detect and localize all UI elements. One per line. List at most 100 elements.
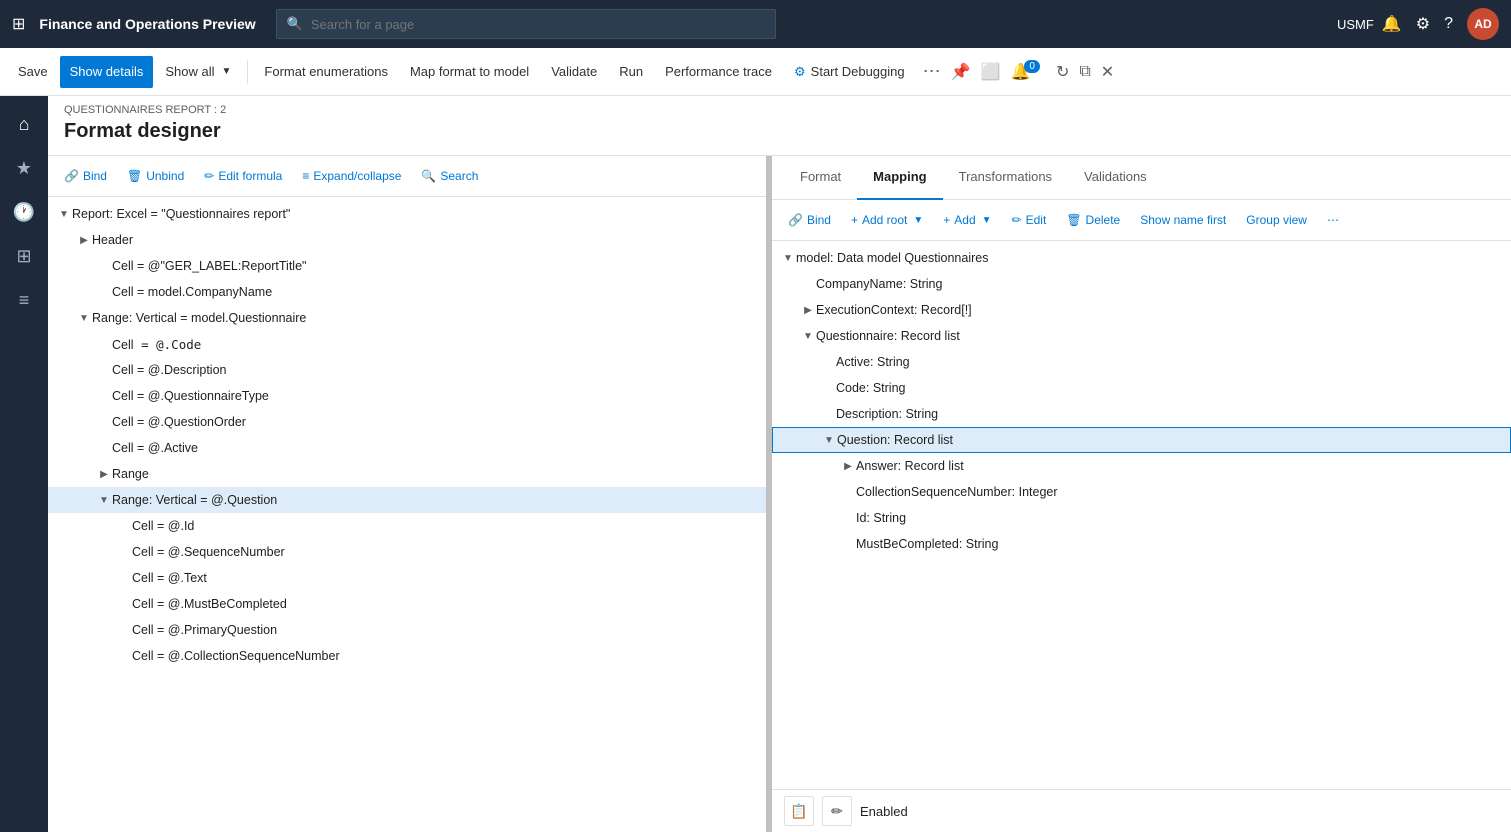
tree-item-text: Cell = @.MustBeCompleted	[132, 597, 287, 611]
tree-item-text: Cell = @.Code	[112, 337, 201, 352]
refresh-icon[interactable]: ↻	[1052, 62, 1073, 82]
format-tree-item[interactable]: ▶ Header	[48, 227, 766, 253]
edit-formula-button[interactable]: ✏ Edit formula	[196, 162, 290, 190]
format-tree-item[interactable]: Cell = model.CompanyName	[48, 279, 766, 305]
mapping-tree-item[interactable]: ▶ Answer: Record list	[772, 453, 1511, 479]
format-tree-item[interactable]: ▼ Range: Vertical = @.Question	[48, 487, 766, 513]
mapping-tree-item[interactable]: MustBeCompleted: String	[772, 531, 1511, 557]
tab-mapping[interactable]: Mapping	[857, 156, 942, 200]
format-tree-item[interactable]: Cell = @.Text	[48, 565, 766, 591]
mapping-tree[interactable]: ▼ model: Data model Questionnaires Compa…	[772, 241, 1511, 789]
grid-icon[interactable]: ⊞	[12, 14, 25, 34]
tree-toggle[interactable]: ▼	[76, 313, 92, 324]
split-view-icon[interactable]: ⬜	[977, 62, 1005, 82]
tree-toggle[interactable]: ▼	[800, 331, 816, 342]
mapping-tree-item[interactable]: Description: String	[772, 401, 1511, 427]
format-tree-item[interactable]: Cell = @.QuestionnaireType	[48, 383, 766, 409]
format-tree-item[interactable]: Cell = @.Description	[48, 357, 766, 383]
sidebar-grid-icon[interactable]: ⊞	[4, 236, 44, 276]
help-icon[interactable]: ?	[1444, 15, 1453, 33]
format-tree-item[interactable]: Cell = @.Code	[48, 331, 766, 357]
expand-collapse-button[interactable]: ≡ Expand/collapse	[294, 162, 409, 190]
add-button[interactable]: + Add ▼	[935, 206, 999, 234]
bind-button-right[interactable]: 🔗 Bind	[780, 206, 839, 234]
mapping-tree-item[interactable]: CollectionSequenceNumber: Integer	[772, 479, 1511, 505]
group-view-button[interactable]: Group view	[1238, 206, 1315, 234]
pin-icon[interactable]: 📌	[947, 62, 975, 82]
tree-item-text: Questionnaire: Record list	[816, 329, 960, 343]
run-button[interactable]: Run	[609, 56, 653, 88]
format-enumerations-button[interactable]: Format enumerations	[254, 56, 398, 88]
mapping-tree-item[interactable]: Active: String	[772, 349, 1511, 375]
format-tree-item[interactable]: Cell = @.Active	[48, 435, 766, 461]
mapping-tree-item[interactable]: ▼ Questionnaire: Record list	[772, 323, 1511, 349]
tree-item-text: model: Data model Questionnaires	[796, 251, 988, 265]
more-options-right[interactable]: ⋯	[1319, 206, 1347, 234]
new-window-icon[interactable]: ⧉	[1075, 63, 1094, 81]
notification-icon[interactable]: 🔔	[1382, 14, 1402, 34]
close-icon[interactable]: ✕	[1097, 62, 1118, 82]
more-options-icon[interactable]: ⋯	[919, 61, 945, 82]
tree-toggle[interactable]: ▼	[780, 253, 796, 264]
mapping-tree-item[interactable]: ▼ model: Data model Questionnaires	[772, 245, 1511, 271]
unbind-button[interactable]: 🗑 Unbind	[119, 162, 192, 190]
mapping-tree-item[interactable]: ▶ ExecutionContext: Record[!]	[772, 297, 1511, 323]
start-debugging-button[interactable]: ⚙ Start Debugging	[784, 56, 915, 88]
left-panel-format: 🔗 Bind 🗑 Unbind ✏ Edit formula ≡	[48, 156, 768, 832]
format-tree-item[interactable]: Cell = @.PrimaryQuestion	[48, 617, 766, 643]
tree-toggle[interactable]: ▶	[96, 469, 112, 480]
performance-trace-button[interactable]: Performance trace	[655, 56, 782, 88]
save-button[interactable]: Save	[8, 56, 58, 88]
tree-toggle[interactable]: ▼	[96, 495, 112, 506]
tree-toggle[interactable]: ▶	[76, 235, 92, 246]
tree-toggle[interactable]: ▼	[56, 209, 72, 220]
edit-button-right[interactable]: ✏ Edit	[1004, 206, 1055, 234]
mapping-tree-item[interactable]: CompanyName: String	[772, 271, 1511, 297]
notification-badge-icon[interactable]: 🔔0	[1006, 62, 1049, 82]
format-tree-item[interactable]: Cell = @.Id	[48, 513, 766, 539]
search-button-left[interactable]: 🔍 Search	[413, 162, 486, 190]
format-tree-item[interactable]: Cell = @"GER_LABEL:ReportTitle"	[48, 253, 766, 279]
global-search-input[interactable]	[311, 17, 765, 32]
format-tree-item[interactable]: ▶ Range	[48, 461, 766, 487]
global-search[interactable]: 🔍	[276, 9, 776, 39]
tree-toggle[interactable]: ▶	[840, 461, 856, 472]
mapping-tree-item[interactable]: Code: String	[772, 375, 1511, 401]
format-tree-item[interactable]: Cell = @.CollectionSequenceNumber	[48, 643, 766, 669]
settings-icon[interactable]: ⚙	[1416, 14, 1430, 34]
sidebar-home-icon[interactable]: ⌂	[4, 104, 44, 144]
copy-button[interactable]: 📋	[784, 796, 814, 826]
user-avatar[interactable]: AD	[1467, 8, 1499, 40]
format-tree-item[interactable]: ▼ Range: Vertical = model.Questionnaire	[48, 305, 766, 331]
content-area: 🔗 Bind 🗑 Unbind ✏ Edit formula ≡	[48, 156, 1511, 832]
format-tree[interactable]: ▼ Report: Excel = "Questionnaires report…	[48, 197, 766, 832]
bind-button-left[interactable]: 🔗 Bind	[56, 162, 115, 190]
add-root-button[interactable]: + Add root ▼	[843, 206, 931, 234]
tree-toggle[interactable]: ▼	[821, 435, 837, 446]
tab-transformations[interactable]: Transformations	[943, 156, 1068, 200]
tree-item-text: Cell = @.Id	[132, 519, 194, 533]
show-all-button[interactable]: Show all ▼	[155, 56, 241, 88]
show-details-button[interactable]: Show details	[60, 56, 154, 88]
mapping-tree-item[interactable]: Id: String	[772, 505, 1511, 531]
sidebar-list-icon[interactable]: ≡	[4, 280, 44, 320]
mapping-tree-item[interactable]: ▼ Question: Record list	[772, 427, 1511, 453]
format-toolbar: 🔗 Bind 🗑 Unbind ✏ Edit formula ≡	[48, 156, 766, 197]
map-format-to-model-button[interactable]: Map format to model	[400, 56, 539, 88]
format-tree-item[interactable]: Cell = @.SequenceNumber	[48, 539, 766, 565]
tree-toggle[interactable]: ▶	[800, 305, 816, 316]
validate-button[interactable]: Validate	[541, 56, 607, 88]
tab-format[interactable]: Format	[784, 156, 857, 200]
right-panel-bottom: 📋 ✏ Enabled	[772, 789, 1511, 832]
edit-pencil-button[interactable]: ✏	[822, 796, 852, 826]
right-panel-mapping: FormatMappingTransformationsValidations …	[772, 156, 1511, 832]
sidebar-recent-icon[interactable]: 🕐	[4, 192, 44, 232]
format-tree-item[interactable]: ▼ Report: Excel = "Questionnaires report…	[48, 201, 766, 227]
tab-validations[interactable]: Validations	[1068, 156, 1163, 200]
format-tree-item[interactable]: Cell = @.QuestionOrder	[48, 409, 766, 435]
delete-button[interactable]: 🗑 Delete	[1058, 206, 1128, 234]
show-name-first-button[interactable]: Show name first	[1132, 206, 1234, 234]
format-tree-item[interactable]: Cell = @.MustBeCompleted	[48, 591, 766, 617]
sidebar-star-icon[interactable]: ★	[4, 148, 44, 188]
tree-item-text: CollectionSequenceNumber: Integer	[856, 485, 1058, 499]
